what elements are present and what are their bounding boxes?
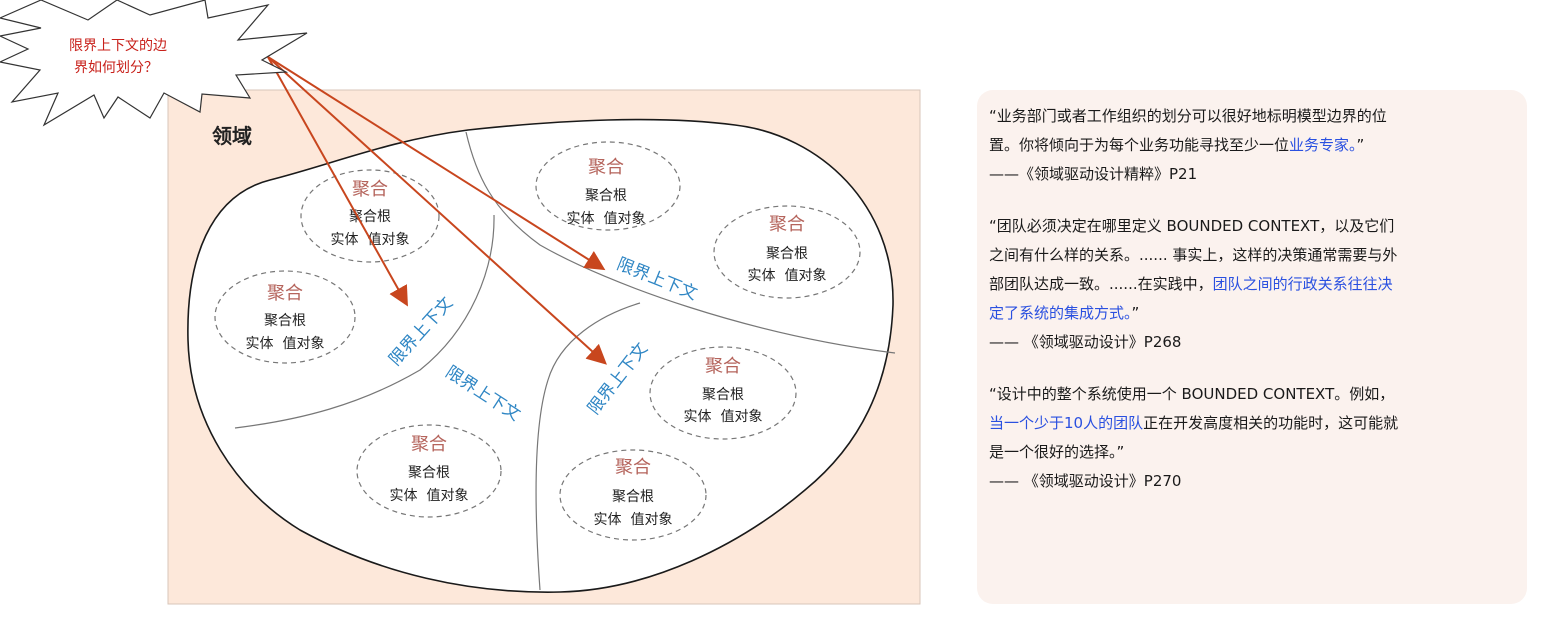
quote-line: 定了系统的集成方式。”	[989, 299, 1509, 328]
quote-highlight: 团队之间的行政关系往往决	[1212, 275, 1393, 293]
aggregate-title: 聚合	[615, 457, 651, 478]
quote-source: ——《领域驱动设计精粹》P21	[989, 165, 1198, 183]
quote-text: ”	[1356, 136, 1365, 154]
aggregate-title: 聚合	[411, 434, 447, 455]
aggregate-root: 聚合根	[585, 188, 627, 204]
quote-source: —— 《领域驱动设计》P268	[989, 333, 1182, 351]
domain-label: 领域	[212, 124, 252, 148]
aggregate-root: 聚合根	[702, 387, 744, 403]
quote-block: “设计中的整个系统使用一个 BOUNDED CONTEXT。例如， 当一个少于10…	[989, 380, 1509, 496]
quote-highlight: 定了系统的集成方式。	[989, 304, 1132, 322]
quote-text: 是一个很好的选择。”	[989, 443, 1125, 461]
quote-text: 之间有什么样的关系。...... 事实上，这样的决策通常需要与外	[989, 246, 1398, 264]
quote-line: 置。你将倾向于为每个业务功能寻找至少一位业务专家。”	[989, 131, 1509, 160]
quote-highlight: 业务专家。	[1289, 136, 1357, 154]
quote-line: “业务部门或者工作组织的划分可以很好地标明模型边界的位	[989, 102, 1509, 131]
quote-text: 正在开发高度相关的功能时，这可能就	[1143, 414, 1399, 432]
aggregate-title: 聚合	[352, 179, 388, 200]
quote-panel: “业务部门或者工作组织的划分可以很好地标明模型边界的位 置。你将倾向于为每个业务功…	[977, 90, 1527, 604]
aggregate-title: 聚合	[588, 157, 624, 178]
aggregate-title: 聚合	[769, 214, 805, 235]
quote-text: “业务部门或者工作组织的划分可以很好地标明模型边界的位	[989, 107, 1387, 125]
aggregate-members: 实体 值对象	[748, 268, 827, 284]
aggregate-members: 实体 值对象	[390, 488, 469, 504]
aggregate-title: 聚合	[705, 356, 741, 377]
aggregate-root: 聚合根	[264, 313, 306, 329]
quote-line: “设计中的整个系统使用一个 BOUNDED CONTEXT。例如，	[989, 380, 1509, 409]
quote-line: 部团队达成一致。......在实践中，团队之间的行政关系往往决	[989, 270, 1509, 299]
quote-block: “业务部门或者工作组织的划分可以很好地标明模型边界的位 置。你将倾向于为每个业务功…	[989, 102, 1509, 189]
quote-line: 之间有什么样的关系。...... 事实上，这样的决策通常需要与外	[989, 241, 1509, 270]
quote-block: “团队必须决定在哪里定义 BOUNDED CONTEXT，以及它们 之间有什么样的…	[989, 212, 1509, 357]
aggregate-members: 实体 值对象	[684, 409, 763, 425]
callout-text: 限界上下文的边	[69, 38, 167, 54]
aggregate-root: 聚合根	[408, 465, 450, 481]
aggregate-title: 聚合	[267, 283, 303, 304]
quote-text: 置。你将倾向于为每个业务功能寻找至少一位	[989, 136, 1290, 154]
quote-text: ”	[1131, 304, 1140, 322]
quote-text: 部团队达成一致。......在实践中，	[989, 275, 1213, 293]
quote-line: 是一个很好的选择。”	[989, 438, 1509, 467]
aggregate-root: 聚合根	[766, 246, 808, 262]
aggregate-members: 实体 值对象	[567, 211, 646, 227]
quote-text: “设计中的整个系统使用一个 BOUNDED CONTEXT。例如，	[989, 385, 1395, 403]
aggregate-members: 实体 值对象	[594, 512, 673, 528]
quote-source: —— 《领域驱动设计》P270	[989, 472, 1182, 490]
quote-highlight: 当一个少于10人的团队	[989, 414, 1144, 432]
aggregate-root: 聚合根	[612, 489, 654, 505]
quote-line: “团队必须决定在哪里定义 BOUNDED CONTEXT，以及它们	[989, 212, 1509, 241]
quote-text: “团队必须决定在哪里定义 BOUNDED CONTEXT，以及它们	[989, 217, 1395, 235]
aggregate-members: 实体 值对象	[246, 336, 325, 352]
quote-line: 当一个少于10人的团队正在开发高度相关的功能时，这可能就	[989, 409, 1509, 438]
callout-text: 界如何划分？	[74, 60, 158, 76]
